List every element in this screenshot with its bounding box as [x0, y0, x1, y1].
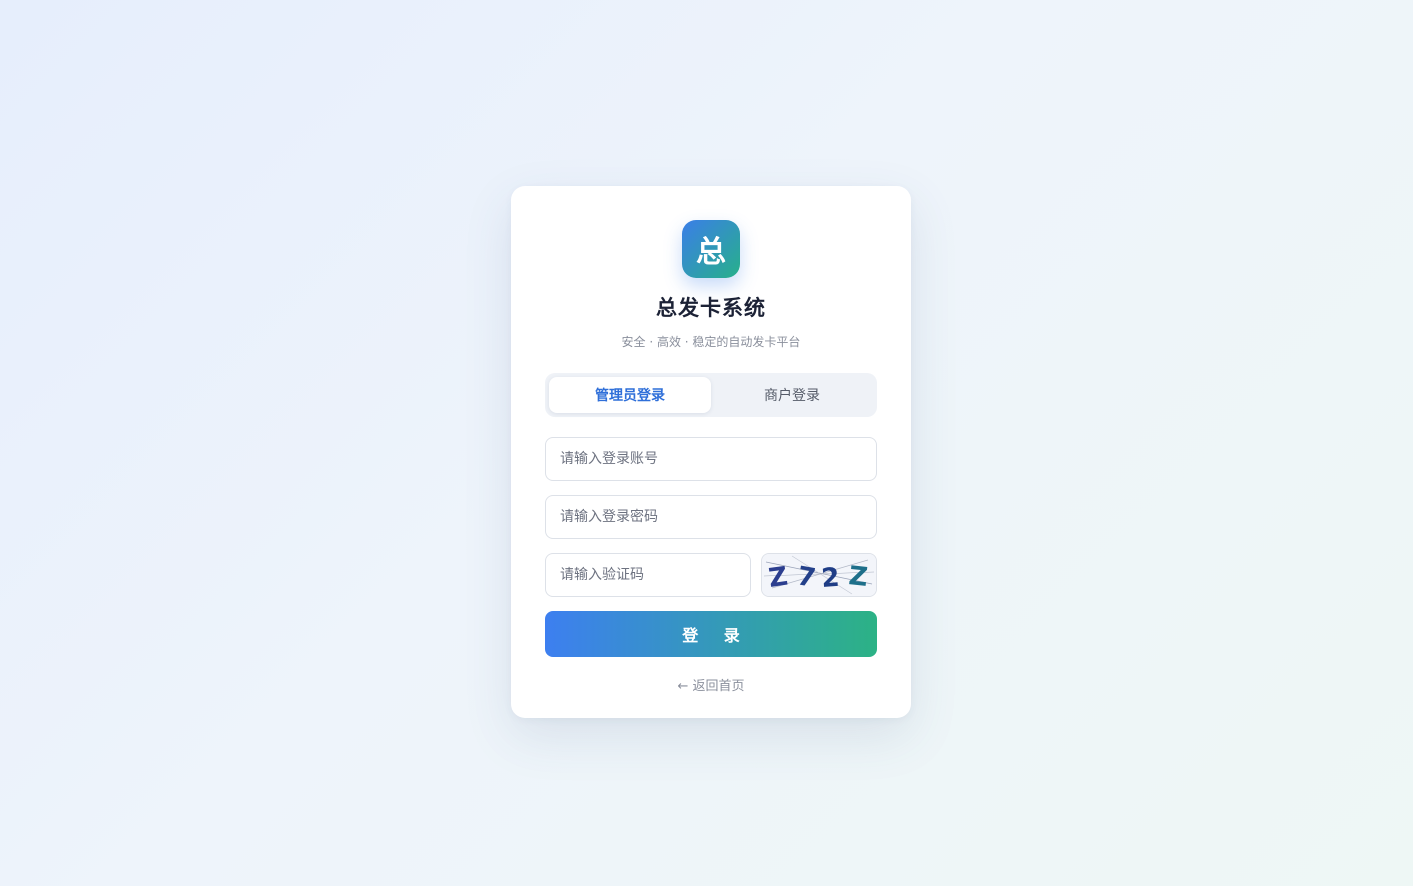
page-title: 总发卡系统 [656, 296, 766, 320]
page-subtitle: 安全 · 高效 · 稳定的自动发卡平台 [621, 335, 801, 349]
captcha-char: Z [847, 561, 869, 593]
logo-char: 总 [696, 235, 726, 270]
captcha-input[interactable] [546, 554, 750, 596]
tab-merchant-login[interactable]: 商户登录 [711, 377, 873, 413]
account-input[interactable] [546, 438, 876, 480]
login-button[interactable]: 登 录 [545, 611, 877, 657]
logo-icon: 总 [682, 220, 740, 278]
captcha-field [545, 553, 751, 597]
captcha-graphic: Z 72 Z [762, 554, 876, 596]
account-field [545, 437, 877, 481]
captcha-char: 2 [820, 563, 840, 594]
login-card: 总 总发卡系统 安全 · 高效 · 稳定的自动发卡平台 管理员登录 商户登录 Z… [511, 186, 911, 718]
back-home-link[interactable]: ← 返回首页 [511, 675, 911, 694]
password-field [545, 495, 877, 539]
password-input[interactable] [546, 496, 876, 538]
captcha-image[interactable]: Z 72 Z [761, 553, 877, 597]
tab-admin-login[interactable]: 管理员登录 [549, 377, 711, 413]
login-tabs: 管理员登录 商户登录 [545, 373, 877, 417]
